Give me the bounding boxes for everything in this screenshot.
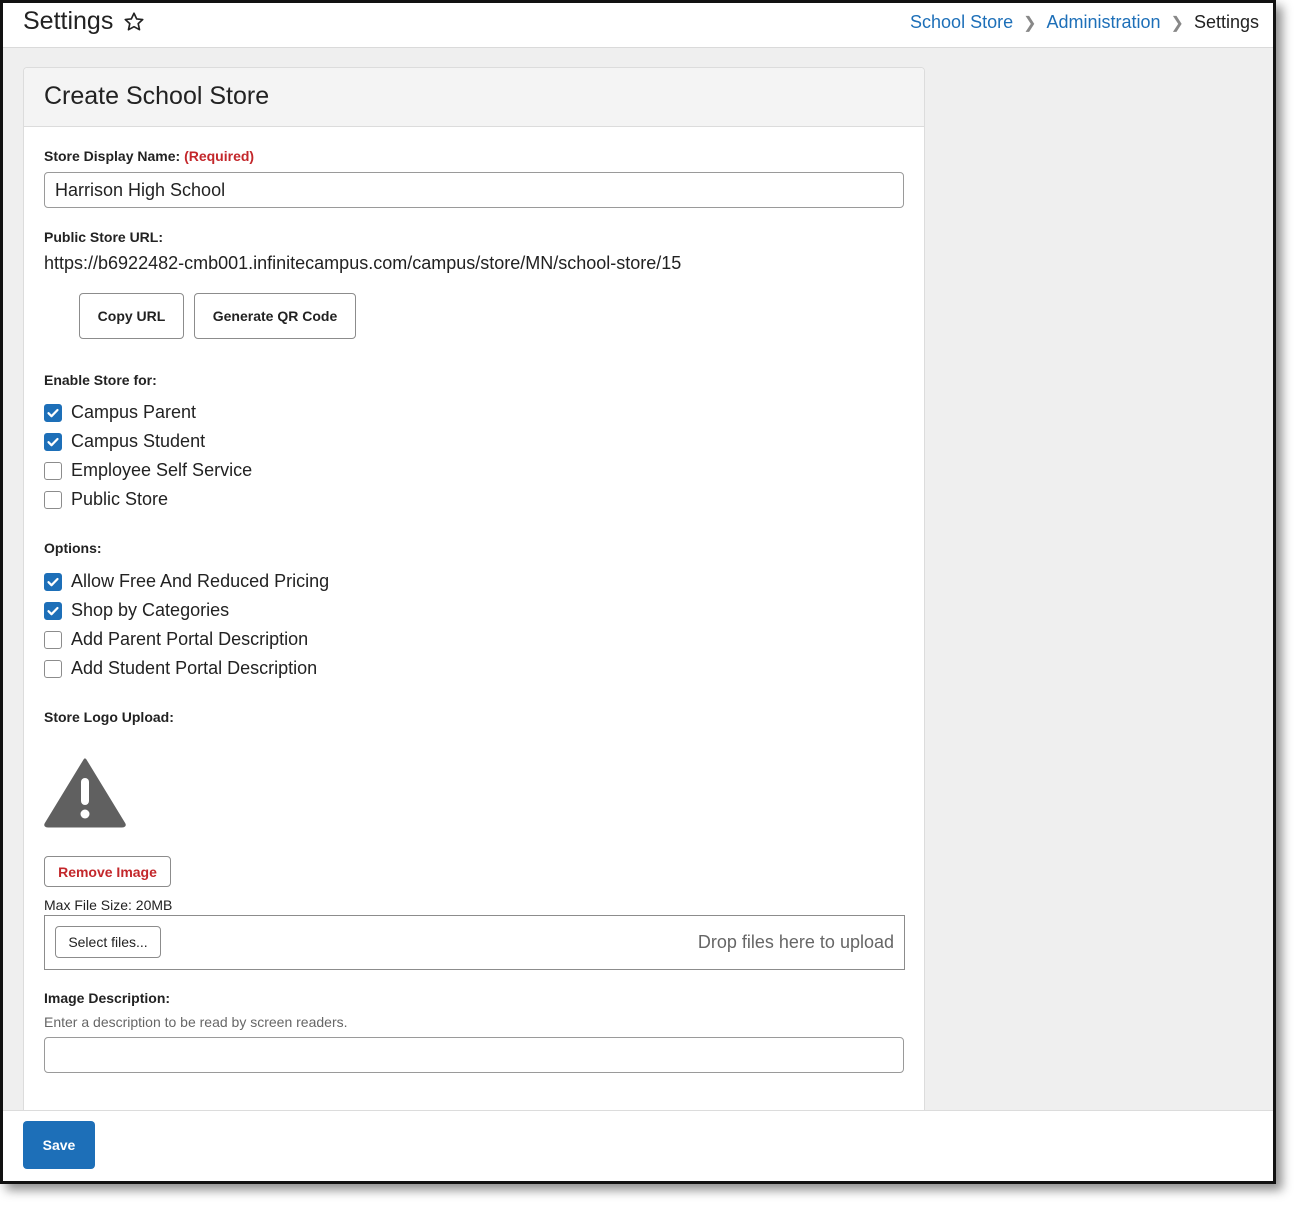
checkbox-box[interactable] — [44, 630, 62, 649]
checkbox-label: Allow Free And Reduced Pricing — [71, 571, 330, 591]
image-description-label: Image Description: — [44, 990, 171, 1006]
checkbox-student-portal-description[interactable]: Add Student Portal Description — [44, 658, 317, 679]
public-url-label: Public Store URL: — [44, 229, 164, 245]
page-title: Settings — [23, 7, 145, 36]
save-button[interactable]: Save — [23, 1121, 95, 1169]
image-description-hint: Enter a description to be read by screen… — [44, 1014, 348, 1030]
drop-files-text: Drop files here to upload — [697, 932, 894, 952]
checkbox-parent-portal-description[interactable]: Add Parent Portal Description — [44, 629, 308, 650]
checkbox-public-store[interactable]: Public Store — [44, 489, 168, 510]
logo-upload-label: Store Logo Upload: — [44, 709, 174, 725]
checkbox-box[interactable] — [44, 432, 62, 451]
checkbox-shop-by-categories[interactable]: Shop by Categories — [44, 600, 229, 621]
chevron-right-icon: ❯ — [1023, 14, 1037, 32]
panel-header: Create School Store — [24, 68, 924, 127]
app-window: Settings School Store ❯ Administration ❯… — [0, 0, 1276, 1184]
star-icon[interactable] — [123, 11, 145, 33]
checkbox-label: Public Store — [71, 489, 169, 509]
checkbox-box[interactable] — [44, 659, 62, 678]
page-title-text: Settings — [23, 7, 114, 35]
checkbox-free-reduced-pricing[interactable]: Allow Free And Reduced Pricing — [44, 571, 329, 592]
breadcrumb-school-store[interactable]: School Store — [910, 12, 1013, 33]
chevron-right-icon: ❯ — [1170, 14, 1184, 32]
copy-url-button[interactable]: Copy URL — [79, 293, 184, 339]
checkbox-label: Campus Student — [71, 431, 206, 451]
breadcrumb: School Store ❯ Administration ❯ Settings — [910, 12, 1259, 33]
select-files-button[interactable]: Select files... — [55, 926, 161, 958]
check-icon — [47, 577, 59, 586]
options-label: Options: — [44, 540, 102, 556]
checkbox-box[interactable] — [44, 403, 62, 422]
breadcrumb-settings: Settings — [1193, 12, 1259, 32]
checkbox-box[interactable] — [44, 490, 62, 509]
checkbox-label: Add Student Portal Description — [71, 658, 318, 678]
image-description-input[interactable] — [44, 1037, 904, 1073]
checkbox-label: Add Parent Portal Description — [71, 629, 309, 649]
public-url-value: https://b6922482-cmb001.infinitecampus.c… — [44, 253, 682, 273]
checkbox-box[interactable] — [44, 461, 62, 480]
top-bar: Settings School Store ❯ Administration ❯… — [3, 3, 1273, 48]
checkbox-campus-parent[interactable]: Campus Parent — [44, 402, 196, 423]
check-icon — [47, 437, 59, 446]
check-icon — [47, 606, 59, 615]
required-indicator: (Required) — [184, 148, 255, 164]
remove-image-button[interactable]: Remove Image — [44, 856, 171, 887]
create-store-panel: Create School Store Store Display Name: … — [23, 67, 925, 1181]
checkbox-box[interactable] — [44, 572, 62, 591]
file-drop-zone[interactable]: Select files... Drop files here to uploa… — [44, 915, 905, 970]
checkbox-label: Employee Self Service — [71, 460, 253, 480]
display-name-label: Store Display Name: (Required) — [44, 148, 254, 164]
checkbox-box[interactable] — [44, 601, 62, 620]
generate-qr-button[interactable]: Generate QR Code — [194, 293, 356, 339]
checkbox-campus-student[interactable]: Campus Student — [44, 431, 205, 452]
warning-icon — [44, 758, 126, 828]
display-name-input[interactable] — [44, 172, 904, 208]
panel-title: Create School Store — [44, 82, 270, 110]
check-icon — [47, 408, 59, 417]
max-file-size: Max File Size: 20MB — [44, 897, 173, 913]
checkbox-employee-self-service[interactable]: Employee Self Service — [44, 460, 252, 481]
enable-store-label: Enable Store for: — [44, 372, 157, 388]
checkbox-label: Shop by Categories — [71, 600, 230, 620]
checkbox-label: Campus Parent — [71, 402, 197, 422]
display-name-label-text: Store Display Name: — [44, 148, 181, 164]
breadcrumb-administration[interactable]: Administration — [1047, 12, 1161, 33]
action-bar: Save — [3, 1110, 1273, 1181]
